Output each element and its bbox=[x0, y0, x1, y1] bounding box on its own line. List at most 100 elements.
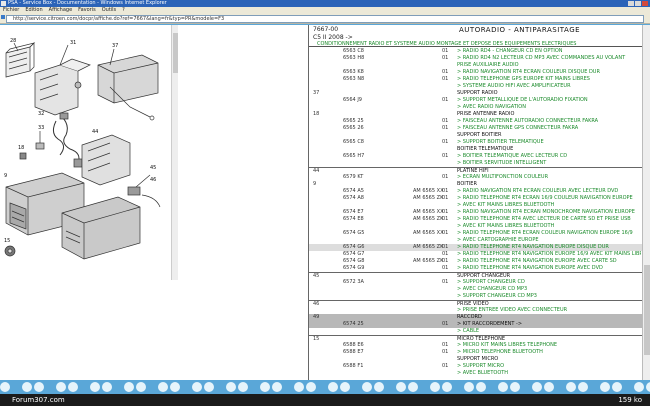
part-code[interactable]: 6574 G7 bbox=[343, 251, 364, 258]
part-code[interactable]: 6563 H8 bbox=[343, 55, 364, 62]
table-row[interactable]: > AVEC RADIO NAVIGATION bbox=[309, 104, 642, 111]
table-row[interactable]: > AVEC BLUETOOTH bbox=[309, 370, 642, 377]
table-row[interactable]: 6579 KT 01 > ECRAN MULTIFONCTION COULEUR bbox=[309, 174, 642, 181]
table-row[interactable]: > AVEC CHANGEUR CD MP3 bbox=[309, 286, 642, 293]
part-code[interactable]: 6579 KT bbox=[343, 174, 363, 181]
callout-label[interactable]: 9 bbox=[4, 173, 7, 179]
table-row[interactable]: 6574 G7 01 > RADIO TELEPHONE RT4 NAVIGATIO… bbox=[309, 251, 642, 258]
table-row[interactable]: 6564 J9 01 > SUPPORT METALLIQUE DE L'AUTOR… bbox=[309, 97, 642, 104]
table-row[interactable]: > PRISE ENTREE VIDEO AVEC CONNECTEUR bbox=[309, 307, 642, 314]
menu-item[interactable]: Favoris bbox=[78, 7, 96, 14]
table-row[interactable]: BOITIER TELEMATIQUE bbox=[309, 146, 642, 153]
table-row[interactable]: 6563 K8 01 > RADIO NAVIGATION RT4 ECRAN CO… bbox=[309, 69, 642, 76]
callout-label[interactable]: 44 bbox=[92, 129, 98, 135]
part-code[interactable]: 6574 G5 bbox=[343, 230, 364, 237]
table-row[interactable]: 6565 26 01 > FAISCEAU ANTENNE GPS CONNECTE… bbox=[309, 125, 642, 132]
part-code[interactable]: 6565 C8 bbox=[343, 139, 364, 146]
table-row[interactable]: 6565 C8 01 > SUPPORT BOITIER TELEMATIQUE bbox=[309, 139, 642, 146]
menu-item[interactable]: Edition bbox=[25, 7, 42, 14]
callout-label[interactable]: 37 bbox=[112, 43, 118, 49]
table-row[interactable]: 37 SUPPORT RADIO bbox=[309, 90, 642, 97]
table-row[interactable]: > AVEC KIT MAINS LIBRES BLUETOOTH bbox=[309, 202, 642, 209]
table-row[interactable]: SUPPORT BOITIER bbox=[309, 132, 642, 139]
part-code[interactable]: 6574 A5 bbox=[343, 188, 364, 195]
table-row[interactable]: 45 SUPPORT CHANGEUR bbox=[309, 272, 642, 279]
table-row[interactable]: 6574 G5 AM 6565 XX 01 > RADIO TELEPHONE RT4… bbox=[309, 230, 642, 237]
table-row[interactable]: 6563 C8 01 > RADIO RD4 - CHANGEUR CD EN OP… bbox=[309, 48, 642, 55]
part-code[interactable]: 6574 G8 bbox=[343, 258, 364, 265]
callout-label[interactable]: 15 bbox=[4, 238, 10, 244]
table-row[interactable]: 6588 E7 01 > MICRO TELEPHONE BLUETOOTH bbox=[309, 349, 642, 356]
table-row[interactable]: 6588 E6 01 > MICRO KIT MAINS LIBRES TELEPH… bbox=[309, 342, 642, 349]
table-row[interactable]: > AVEC KIT MAINS LIBRES BLUETOOTH bbox=[309, 223, 642, 230]
table-row[interactable]: 6574 G9 01 > RADIO TELEPHONE RT4 NAVIGATIO… bbox=[309, 265, 642, 272]
part-code[interactable]: 6563 N8 bbox=[343, 76, 364, 83]
table-row[interactable]: 6588 F1 01 > SUPPORT MICRO bbox=[309, 363, 642, 370]
table-row[interactable]: PRISE AUXILIAIRE AUDIO bbox=[309, 62, 642, 69]
callout-label[interactable]: 46 bbox=[150, 177, 156, 183]
table-row[interactable]: > SUPPORT CHANGEUR CD MP3 bbox=[309, 293, 642, 300]
table-row[interactable]: 6574 A5 AM 6565 XX 01 > RADIO NAVIGATION RT… bbox=[309, 188, 642, 195]
callout-label[interactable]: 18 bbox=[18, 145, 24, 151]
part-code[interactable]: 6574 E7 bbox=[343, 209, 364, 216]
table-row[interactable]: 15 MICRO TELEPHONE bbox=[309, 335, 642, 342]
table-row[interactable]: > BOITIER SERVITUDE INTELLIGENT bbox=[309, 160, 642, 167]
part-code[interactable]: 6565 H7 bbox=[343, 153, 364, 160]
maximize-icon[interactable] bbox=[635, 1, 641, 6]
diagram-scrollbar[interactable] bbox=[171, 25, 178, 280]
part-code[interactable]: 6588 E6 bbox=[343, 342, 364, 349]
quantity: 01 bbox=[442, 195, 449, 201]
table-row[interactable]: > SYSTEME AUDIO HIFI AVEC AMPLIFICATEUR bbox=[309, 83, 642, 90]
table-row[interactable]: 6572 3A 01 > SUPPORT CHANGEUR CD bbox=[309, 279, 642, 286]
menu-item[interactable]: Fichier bbox=[3, 7, 19, 14]
part-description: > RADIO RD4 N2 LECTEUR CD MP3 AVEC COMMA… bbox=[457, 55, 626, 61]
part-code[interactable]: 6574 25 bbox=[343, 321, 364, 328]
minimize-icon[interactable] bbox=[628, 1, 634, 6]
part-code[interactable]: 6574 A8 bbox=[343, 195, 364, 202]
menu-item[interactable]: Affichage bbox=[49, 7, 73, 14]
table-row[interactable]: 46 PRISE VIDEO bbox=[309, 300, 642, 307]
quantity: 01 bbox=[442, 97, 449, 103]
menu-item[interactable]: Outils bbox=[102, 7, 116, 14]
close-icon[interactable] bbox=[642, 1, 648, 6]
table-row[interactable]: 6563 N8 01 > RADIO TELEPHONE GPS EUROPE KI… bbox=[309, 76, 642, 83]
scroll-thumb[interactable] bbox=[644, 265, 650, 355]
table-row[interactable]: 18 PRISE ANTENNE RADIO bbox=[309, 111, 642, 118]
table-row[interactable]: 49 RACCORD bbox=[309, 314, 642, 321]
callout-label[interactable]: 31 bbox=[70, 40, 76, 46]
callout-label[interactable]: 28 bbox=[10, 38, 16, 44]
table-row[interactable]: 44 PLATINE HIFI bbox=[309, 167, 642, 174]
wallpaper-dot bbox=[260, 382, 270, 392]
part-code[interactable]: 6588 E7 bbox=[343, 349, 364, 356]
callout-label[interactable]: 33 bbox=[38, 125, 44, 131]
table-row[interactable]: SUPPORT MICRO bbox=[309, 356, 642, 363]
document-scrollbar[interactable] bbox=[642, 25, 650, 380]
part-code[interactable]: 6565 26 bbox=[343, 125, 364, 132]
table-row[interactable]: 6563 H8 01 > RADIO RD4 N2 LECTEUR CD MP3 A… bbox=[309, 55, 642, 62]
table-row[interactable]: 6574 E8 AM 6565 ZK 01 > RADIO TELEPHONE RT4… bbox=[309, 216, 642, 223]
part-code[interactable]: 6565 25 bbox=[343, 118, 364, 125]
part-code[interactable]: 6563 C8 bbox=[343, 48, 364, 55]
part-code[interactable]: 6563 K8 bbox=[343, 69, 364, 76]
table-row[interactable]: 6574 G8 AM 6565 ZK 01 > RADIO TELEPHONE RT4… bbox=[309, 258, 642, 265]
address-input[interactable]: http://service.citroen.com/docpr/affiche… bbox=[6, 15, 644, 23]
callout-label[interactable]: 32 bbox=[38, 111, 44, 117]
table-row[interactable]: 6574 G6 AM 6565 ZK 01 > RADIO TELEPHONE RT4… bbox=[309, 244, 642, 251]
table-row[interactable]: 9 BOITIER bbox=[309, 181, 642, 188]
parts-diagram[interactable] bbox=[0, 25, 170, 265]
part-code[interactable]: 6564 J9 bbox=[343, 97, 362, 104]
callout-label[interactable]: 45 bbox=[150, 165, 156, 171]
table-row[interactable]: > CABLE bbox=[309, 328, 642, 335]
table-row[interactable]: 6574 E7 AM 6565 XX 01 > RADIO NAVIGATION RT… bbox=[309, 209, 642, 216]
table-row[interactable]: 6574 A8 AM 6565 ZK 01 > RADIO TELEPHONE RT4… bbox=[309, 195, 642, 202]
table-row[interactable]: 6565 25 01 > FAISCEAU ANTENNE AUTORADIO CO… bbox=[309, 118, 642, 125]
table-row[interactable]: > AVEC CARTOGRAPHIE EUROPE bbox=[309, 237, 642, 244]
part-code[interactable]: 6588 F1 bbox=[343, 363, 363, 370]
table-row[interactable]: 6574 25 01 > KIT RACCORDEMENT -> bbox=[309, 321, 642, 328]
menu-item[interactable]: ? bbox=[122, 7, 125, 14]
part-code[interactable]: 6574 G9 bbox=[343, 265, 364, 272]
part-code[interactable]: 6574 E8 bbox=[343, 216, 364, 223]
part-code[interactable]: 6572 3A bbox=[343, 279, 364, 286]
part-code[interactable]: 6574 G6 bbox=[343, 244, 364, 251]
table-row[interactable]: 6565 H7 01 > BOITIER TELEMATIQUE AVEC LECT… bbox=[309, 153, 642, 160]
